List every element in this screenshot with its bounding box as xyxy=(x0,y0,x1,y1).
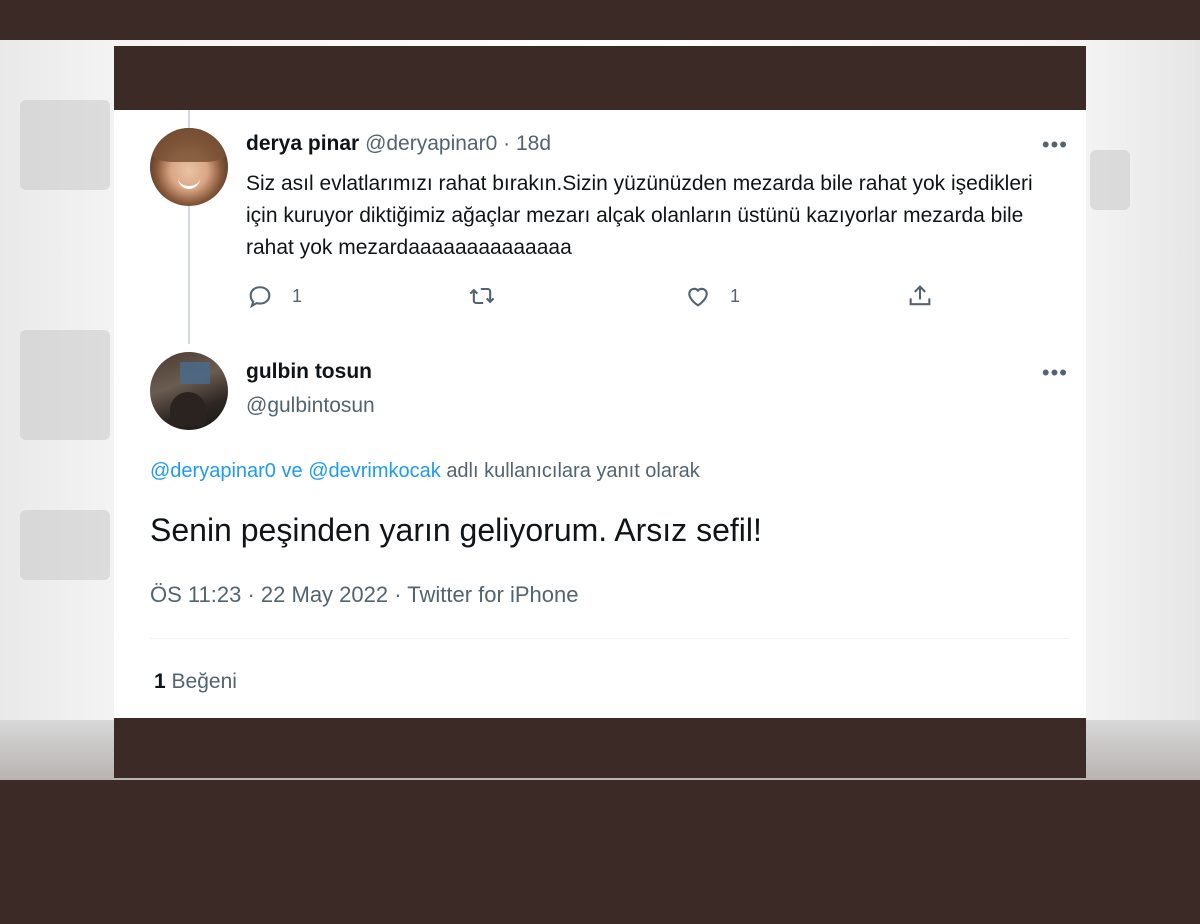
tweet1-header: derya pinar @deryapinar0 · 18d xyxy=(246,132,551,156)
tweet2-display-name[interactable]: gulbin tosun xyxy=(246,360,372,384)
tweet2-source[interactable]: Twitter for iPhone xyxy=(407,582,578,607)
share-button[interactable] xyxy=(906,282,934,310)
likes-summary[interactable]: 1 Beğeni xyxy=(154,670,237,694)
divider xyxy=(150,638,1070,639)
avatar-figure xyxy=(170,392,206,426)
tweet2-date[interactable]: 22 May 2022 xyxy=(261,582,388,607)
meta-separator: · xyxy=(394,582,402,607)
tweet2-text: Senin peşinden yarın geliyorum. Arsız se… xyxy=(150,512,762,548)
likes-label: Beğeni xyxy=(171,670,237,693)
blurred-avatar xyxy=(20,330,110,440)
retweet-button[interactable] xyxy=(468,282,514,310)
reply-button[interactable]: 1 xyxy=(246,282,302,310)
avatar-derya[interactable] xyxy=(150,128,228,206)
meta-separator: · xyxy=(247,582,255,607)
more-options-icon[interactable]: ••• xyxy=(1042,132,1068,158)
retweet-icon xyxy=(469,287,495,305)
like-icon xyxy=(688,287,708,307)
tweet1-actions: 1 1 xyxy=(246,282,946,318)
reply-count: 1 xyxy=(292,285,303,306)
avatar-gulbin[interactable] xyxy=(150,352,228,430)
tweet1-display-name[interactable]: derya pinar xyxy=(246,132,359,155)
more-options-icon[interactable]: ••• xyxy=(1042,360,1068,386)
avatar-hair xyxy=(150,128,228,162)
avatar-window xyxy=(180,362,210,384)
like-button[interactable]: 1 xyxy=(684,282,740,310)
likes-count: 1 xyxy=(154,670,166,693)
blurred-avatar xyxy=(20,100,110,190)
tweet-thread-card: derya pinar @deryapinar0 · 18d ••• Siz a… xyxy=(114,110,1086,718)
like-count: 1 xyxy=(730,285,741,306)
tweet2-time[interactable]: ÖS 11:23 xyxy=(150,582,241,607)
replying-to: @deryapinar0 ve @devrimkocak adlı kullan… xyxy=(150,460,700,483)
tweet1-separator: · xyxy=(503,132,511,155)
mention-deryapinar0[interactable]: @deryapinar0 xyxy=(150,460,276,482)
reply-icon xyxy=(249,286,271,309)
tweet2-meta: ÖS 11:23 · 22 May 2022 · Twitter for iPh… xyxy=(150,582,578,608)
tweet1-handle[interactable]: @deryapinar0 xyxy=(365,132,497,155)
tweet2-handle[interactable]: @gulbintosun xyxy=(246,394,375,418)
blurred-block xyxy=(20,510,110,580)
reply-joiner: ve xyxy=(281,460,303,482)
reply-suffix: adlı kullanıcılara yanıt olarak xyxy=(446,460,700,482)
tweet1-time[interactable]: 18d xyxy=(516,132,551,155)
avatar-smile xyxy=(178,178,200,189)
blurred-block xyxy=(1090,150,1130,210)
share-icon xyxy=(909,285,931,306)
tweet1-text: Siz asıl evlatlarımızı rahat bırakın.Siz… xyxy=(246,172,1033,259)
mention-devrimkocak[interactable]: @devrimkocak xyxy=(308,460,441,482)
